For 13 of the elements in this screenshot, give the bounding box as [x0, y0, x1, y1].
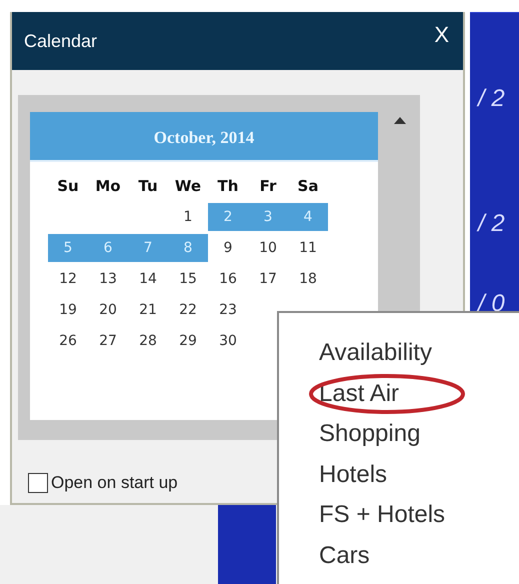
weekday-label: We: [174, 176, 202, 197]
weekday-label: Th: [216, 176, 240, 197]
weekday-label: Tu: [137, 176, 159, 197]
weekday-label: Sa: [296, 176, 320, 197]
weekday-label: Mo: [94, 176, 122, 197]
weekday-label: Fr: [258, 176, 278, 197]
panel-text: / 0: [478, 290, 506, 318]
panel-text: / 2: [478, 210, 506, 238]
checkbox-label: Open on start up: [51, 473, 178, 493]
weekday-label: Su: [56, 176, 80, 197]
month-header: October, 2014: [30, 112, 378, 162]
window-title: Calendar: [24, 30, 98, 52]
panel-text: / 2: [478, 85, 506, 113]
